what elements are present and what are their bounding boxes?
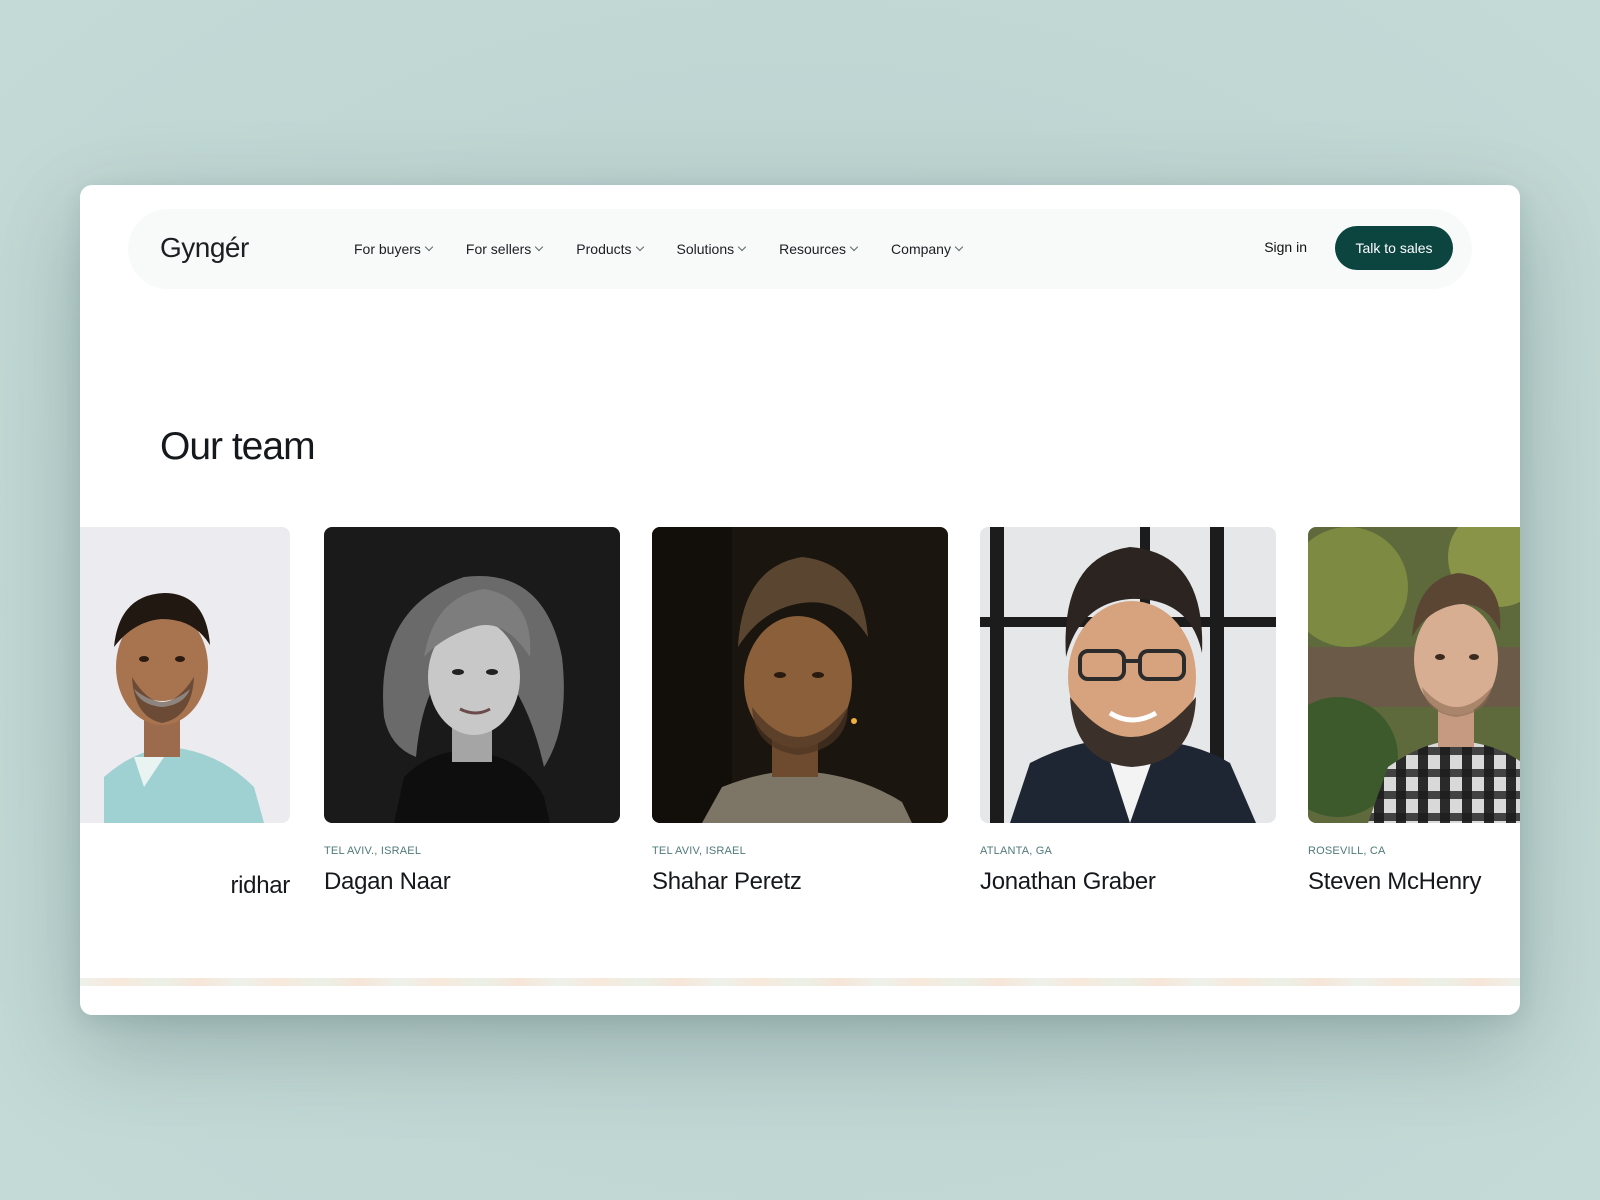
team-member-card[interactable]: ROSEVILL, CA Steven McHenry xyxy=(1308,527,1520,896)
top-navbar: Gyngér For buyers For sellers Products S… xyxy=(128,209,1472,289)
talk-to-sales-button[interactable]: Talk to sales xyxy=(1335,226,1453,270)
team-member-card[interactable]: TEL AVIV., ISRAEL Dagan Naar xyxy=(324,527,620,896)
team-member-card[interactable] xyxy=(80,527,290,823)
chevron-down-icon xyxy=(424,242,434,252)
team-member-location: ATLANTA, GA xyxy=(980,845,1053,857)
team-member-card[interactable]: ATLANTA, GA Jonathan Graber xyxy=(980,527,1276,896)
chevron-down-icon xyxy=(737,242,747,252)
nav-item-label: For buyers xyxy=(354,241,421,257)
nav-item-label: Solutions xyxy=(676,241,735,257)
team-member-name: ridhar xyxy=(230,872,290,899)
team-member-photo xyxy=(1308,527,1520,823)
sign-in-link[interactable]: Sign in xyxy=(1264,239,1307,255)
team-member-name-clip: ridhar xyxy=(80,863,290,903)
team-member-name: Jonathan Graber xyxy=(980,868,1156,895)
nav-item-products[interactable]: Products xyxy=(576,241,644,257)
nav-item-company[interactable]: Company xyxy=(891,241,964,257)
team-member-name: Dagan Naar xyxy=(324,868,451,895)
chevron-down-icon xyxy=(954,242,964,252)
team-member-location: TEL AVIV, ISRAEL xyxy=(652,845,746,857)
nav-item-resources[interactable]: Resources xyxy=(779,241,859,257)
main-nav: For buyers For sellers Products Solution… xyxy=(354,209,996,289)
logo-text: Gyngér xyxy=(160,232,249,263)
section-title: Our team xyxy=(160,425,316,468)
team-member-photo xyxy=(324,527,620,823)
nav-item-for-buyers[interactable]: For buyers xyxy=(354,241,434,257)
chevron-down-icon xyxy=(635,242,644,252)
team-member-card[interactable]: TEL AVIV, ISRAEL Shahar Peretz xyxy=(652,527,948,896)
team-member-location: TEL AVIV., ISRAEL xyxy=(324,845,422,857)
nav-item-for-sellers[interactable]: For sellers xyxy=(465,241,544,257)
team-member-name: Steven McHenry xyxy=(1308,868,1482,895)
chevron-down-icon xyxy=(535,242,544,252)
gynger-logo[interactable]: Gyngér xyxy=(160,232,249,264)
team-member-name: Shahar Peretz xyxy=(652,868,802,895)
team-member-photo xyxy=(652,527,948,823)
team-member-photo xyxy=(80,527,290,823)
nav-item-label: For sellers xyxy=(465,241,532,257)
nav-item-solutions[interactable]: Solutions xyxy=(676,241,747,257)
team-carousel[interactable]: ridhar TEL AVIV., ISRAEL Dagan Naar TEL … xyxy=(80,527,1520,907)
nav-item-label: Products xyxy=(576,241,632,257)
team-member-location: ROSEVILL, CA xyxy=(1308,845,1386,857)
footer-divider xyxy=(80,978,1520,986)
chevron-down-icon xyxy=(849,242,859,252)
nav-item-label: Resources xyxy=(779,241,847,257)
team-member-photo xyxy=(980,527,1276,823)
nav-item-label: Company xyxy=(891,241,951,257)
browser-window: Gyngér For buyers For sellers Products S… xyxy=(80,185,1520,1015)
